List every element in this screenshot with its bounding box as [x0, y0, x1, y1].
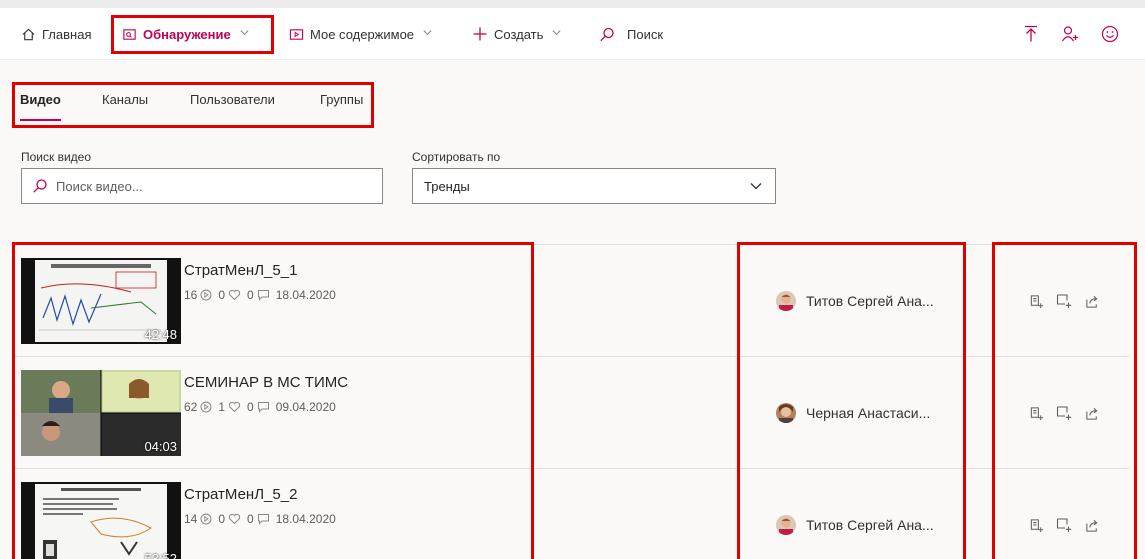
view-count: 16 [184, 288, 198, 302]
video-stats: 16 0 0 18.04.2020 [184, 288, 336, 302]
views-icon [200, 401, 212, 413]
search-icon [599, 26, 615, 42]
like-count: 1 [218, 400, 226, 414]
owner-name: Черная Анастаси... [806, 405, 931, 421]
comment-count: 0 [247, 400, 254, 414]
owner-name: Титов Сергей Ана... [806, 293, 934, 309]
share-icon[interactable] [1084, 293, 1100, 309]
video-date: 18.04.2020 [275, 288, 336, 302]
chevron-down-icon [239, 27, 250, 41]
video-date: 09.04.2020 [275, 400, 336, 414]
search-icon [32, 178, 48, 194]
avatar [776, 403, 796, 423]
sort-value: Тренды [424, 178, 470, 194]
video-owner[interactable]: Черная Анастаси... [776, 357, 930, 469]
video-title[interactable]: СЕМИНАР В МС ТИМС [184, 374, 348, 391]
video-thumbnail[interactable]: 53:52 [21, 482, 181, 559]
video-icon [288, 26, 304, 42]
chevron-down-icon [551, 27, 562, 41]
add-user-button[interactable] [1061, 8, 1079, 60]
video-title[interactable]: СтратМенЛ_5_2 [184, 486, 297, 503]
nav-search[interactable]: Поиск [599, 8, 663, 60]
row-actions [1028, 357, 1100, 469]
view-count: 62 [184, 400, 198, 414]
nav-create[interactable]: Создать [472, 8, 562, 60]
video-owner[interactable]: Титов Сергей Ана... [776, 469, 934, 559]
top-nav: Главная Обнаружение Мое содержимое Созда… [0, 8, 1145, 60]
comment-icon [257, 514, 269, 525]
nav-my-content-label: Мое содержимое [310, 26, 415, 42]
tab-users[interactable]: Пользователи [190, 92, 275, 124]
comment-count: 0 [247, 288, 254, 302]
comment-icon [257, 290, 269, 301]
add-user-icon [1061, 25, 1079, 43]
share-icon[interactable] [1084, 405, 1100, 421]
row-actions [1028, 245, 1100, 357]
feedback-button[interactable] [1101, 8, 1119, 60]
add-to-group-icon[interactable] [1056, 293, 1072, 309]
add-to-group-icon[interactable] [1056, 405, 1072, 421]
video-duration: 53:52 [144, 551, 177, 559]
video-title[interactable]: СтратМенЛ_5_1 [184, 262, 297, 279]
nav-create-label: Создать [494, 26, 544, 42]
heart-icon [228, 289, 241, 301]
video-stats: 14 0 0 18.04.2020 [184, 512, 336, 526]
video-row[interactable]: 53:52 СтратМенЛ_5_2 14 0 0 18.04.2020 Ти… [14, 468, 1129, 559]
avatar [776, 515, 796, 535]
video-thumbnail[interactable]: 04:03 [21, 370, 181, 456]
views-icon [200, 289, 212, 301]
plus-icon [472, 26, 488, 42]
video-duration: 04:03 [144, 439, 177, 454]
search-field[interactable] [21, 168, 383, 204]
video-stats: 62 1 0 09.04.2020 [184, 400, 336, 414]
chevron-down-icon [749, 179, 763, 193]
share-icon[interactable] [1084, 517, 1100, 533]
tab-channels[interactable]: Каналы [102, 92, 148, 124]
heart-icon [228, 513, 241, 525]
discover-icon [121, 26, 137, 42]
search-label: Поиск видео [21, 150, 92, 164]
owner-name: Титов Сергей Ана... [806, 517, 934, 533]
nav-discover[interactable]: Обнаружение [121, 8, 250, 60]
heart-icon [228, 401, 241, 413]
like-count: 0 [218, 288, 226, 302]
video-date: 18.04.2020 [275, 512, 336, 526]
view-count: 14 [184, 512, 198, 526]
video-row[interactable]: 04:03 СЕМИНАР В МС ТИМС 62 1 0 09.04.202… [14, 356, 1129, 468]
video-owner[interactable]: Титов Сергей Ана... [776, 245, 934, 357]
upload-button[interactable] [1022, 8, 1040, 60]
upload-icon [1022, 25, 1040, 43]
avatar [776, 291, 796, 311]
tab-videos[interactable]: Видео [20, 92, 61, 124]
add-to-playlist-icon[interactable] [1028, 517, 1044, 533]
video-duration: 42:48 [144, 327, 177, 342]
video-thumbnail[interactable]: 42:48 [21, 258, 181, 344]
add-to-group-icon[interactable] [1056, 517, 1072, 533]
add-to-playlist-icon[interactable] [1028, 293, 1044, 309]
nav-search-label: Поиск [627, 26, 664, 42]
sort-dropdown[interactable]: Тренды [412, 168, 776, 204]
nav-my-content[interactable]: Мое содержимое [288, 8, 433, 60]
like-count: 0 [218, 512, 226, 526]
window-top-strip [0, 0, 1145, 8]
add-to-playlist-icon[interactable] [1028, 405, 1044, 421]
nav-home-label: Главная [42, 26, 92, 42]
nav-discover-label: Обнаружение [143, 26, 231, 42]
nav-home[interactable]: Главная [20, 8, 91, 60]
page: Главная Обнаружение Мое содержимое Созда… [0, 0, 1145, 559]
slide-thumbnail-image [21, 482, 181, 559]
sort-label: Сортировать по [412, 150, 501, 164]
home-icon [20, 26, 36, 42]
row-actions [1028, 469, 1100, 559]
views-icon [200, 513, 212, 525]
comment-count: 0 [247, 512, 254, 526]
smiley-icon [1101, 25, 1119, 43]
comment-icon [257, 402, 269, 413]
chevron-down-icon [422, 27, 433, 41]
tab-groups[interactable]: Группы [320, 92, 363, 124]
search-input[interactable] [56, 171, 356, 201]
video-row[interactable]: 42:48 СтратМенЛ_5_1 16 0 0 18.04.2020 Ти… [14, 244, 1129, 356]
